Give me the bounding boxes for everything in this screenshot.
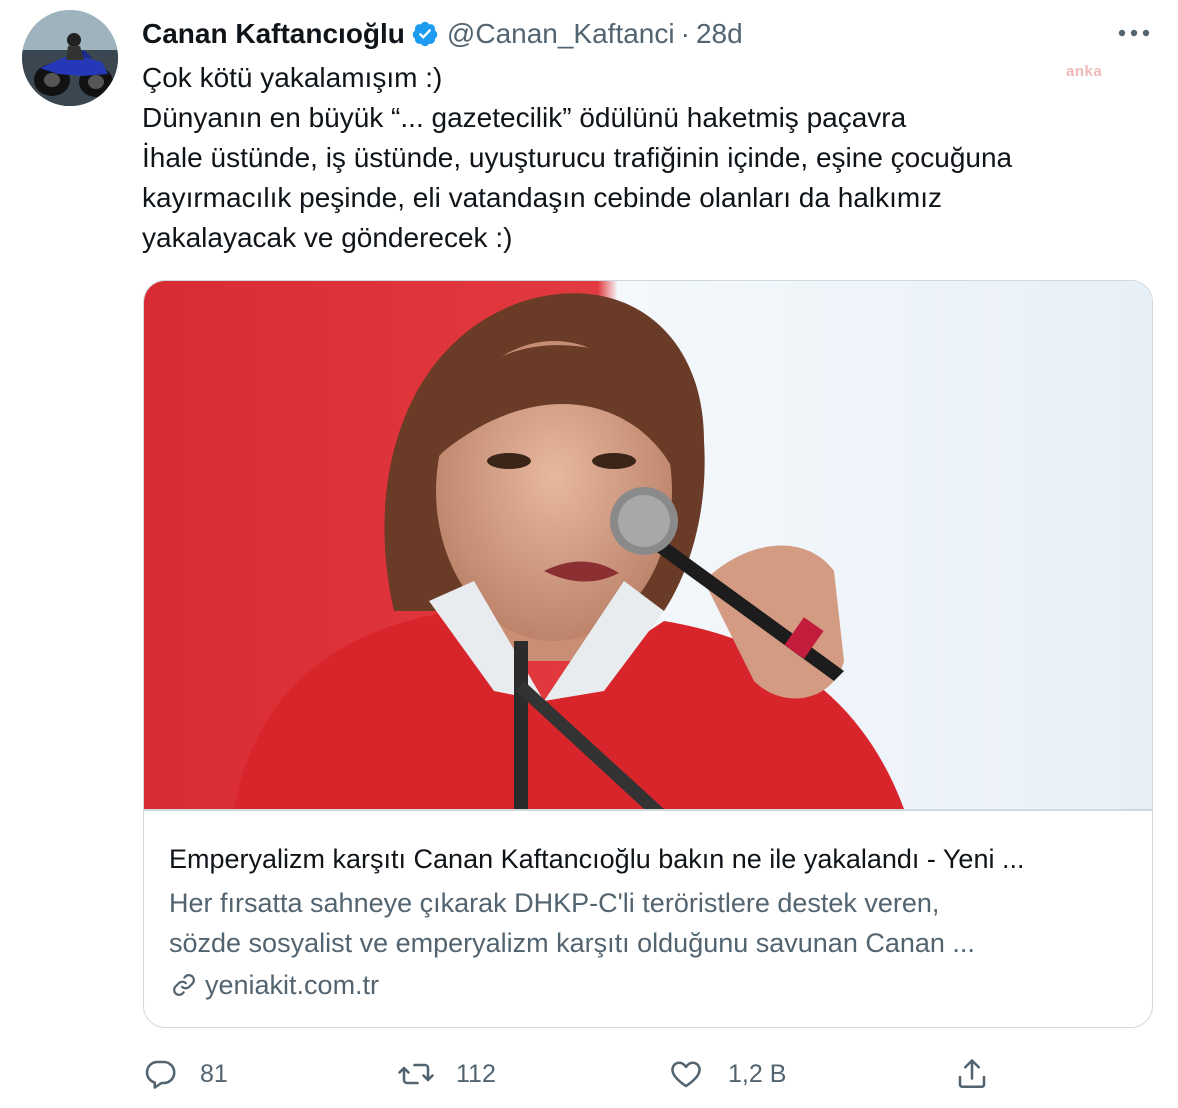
tweet-actions: 81 112 1,2 B	[142, 1052, 1142, 1096]
link-icon	[173, 974, 195, 996]
heart-icon	[671, 1061, 701, 1088]
card-description: Her fırsatta sahneye çıkarak DHKP-C'li t…	[169, 883, 1139, 963]
tweet-text: Çok kötü yakalamışım :) Dünyanın en büyü…	[142, 58, 1142, 258]
tweet-line: Dünyanın en büyük “... gazetecilik” ödül…	[142, 102, 907, 133]
avatar[interactable]	[22, 10, 118, 106]
tweet-line: yakalayacak ve gönderecek :)	[142, 222, 513, 253]
avatar-image	[22, 10, 118, 106]
share-icon	[958, 1059, 986, 1089]
link-preview-card[interactable]: Emperyalizm karşıtı Canan Kaftancıoğlu b…	[143, 280, 1153, 1028]
card-description-line: Her fırsatta sahneye çıkarak DHKP-C'li t…	[169, 888, 940, 918]
retweet-icon	[398, 1063, 434, 1085]
tweet-line: İhale üstünde, iş üstünde, uyuşturucu tr…	[142, 142, 1013, 173]
reply-icon	[145, 1060, 176, 1089]
like-count: 1,2 B	[728, 1059, 787, 1088]
retweet-button[interactable]: 112	[396, 1052, 496, 1096]
retweet-count: 112	[456, 1059, 496, 1088]
tweet-header: Canan Kaftancıoğlu @Canan_Kaftanci · 28d	[142, 14, 743, 54]
card-divider	[144, 809, 1152, 811]
separator-dot: ·	[680, 18, 690, 49]
card-title[interactable]: Emperyalizm karşıtı Canan Kaftancıoğlu b…	[169, 841, 1139, 877]
card-image	[144, 281, 1152, 809]
verified-badge-icon	[412, 21, 438, 47]
reply-button[interactable]: 81	[142, 1052, 228, 1096]
author-handle[interactable]: @Canan_Kaftanci	[447, 18, 675, 50]
share-button[interactable]	[954, 1052, 990, 1096]
card-domain[interactable]: yeniakit.com.tr	[169, 967, 379, 1003]
card-domain-text: yeniakit.com.tr	[205, 969, 380, 1000]
like-button[interactable]: 1,2 B	[668, 1052, 786, 1096]
tweet-line: kayırmacılık peşinde, eli vatandaşın ceb…	[142, 182, 942, 213]
more-options-icon[interactable]	[1114, 18, 1154, 48]
tweet-timestamp[interactable]: 28d	[696, 18, 743, 50]
tweet-line: Çok kötü yakalamışım :)	[142, 62, 443, 93]
author-name[interactable]: Canan Kaftancıoğlu	[142, 18, 405, 50]
card-description-line: sözde sosyalist ve emperyalizm karşıtı o…	[169, 928, 975, 958]
reply-count: 81	[200, 1059, 228, 1088]
